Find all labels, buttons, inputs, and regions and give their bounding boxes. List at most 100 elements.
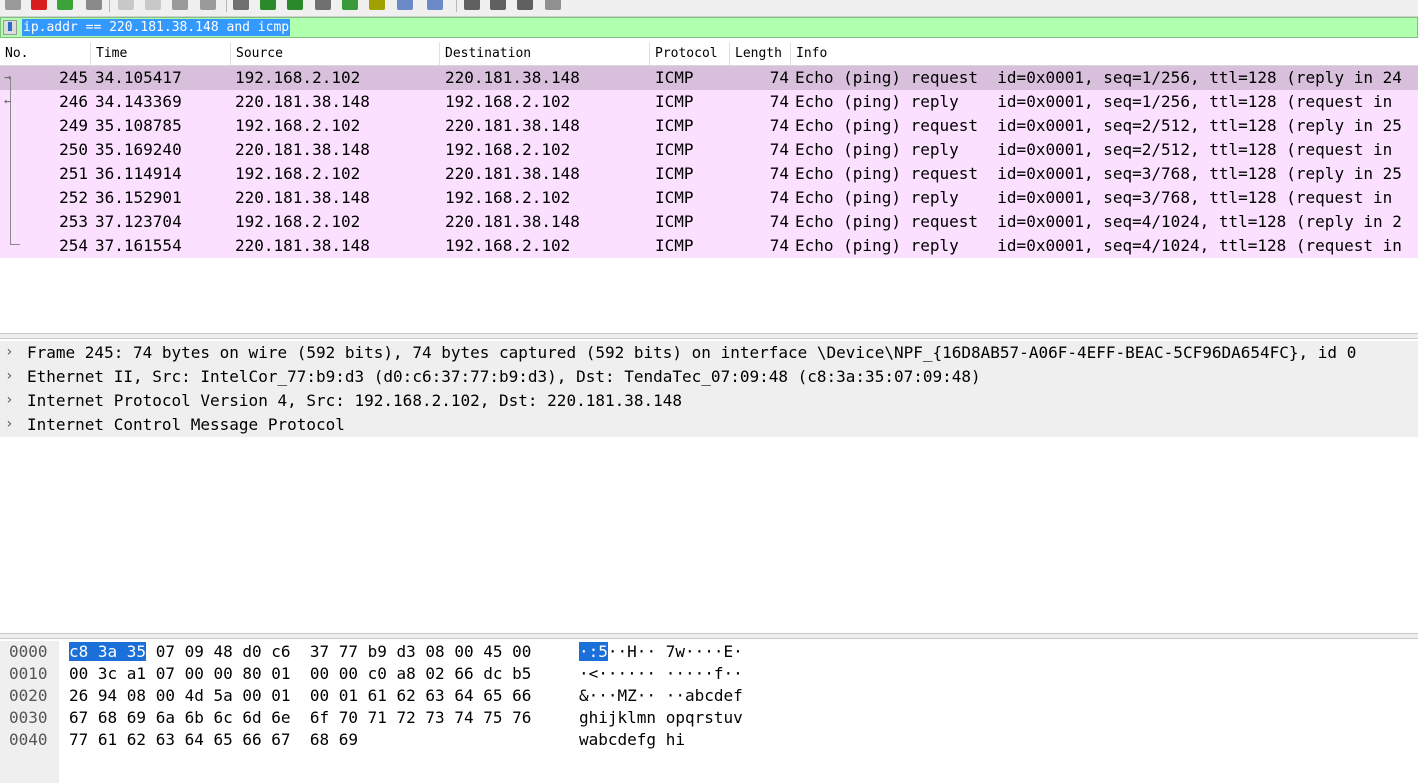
bytes-offset: 0040 — [9, 730, 48, 749]
toolbar-icon-16[interactable] — [427, 0, 443, 10]
detail-tree-item[interactable]: › Internet Control Message Protocol — [0, 413, 1418, 437]
toolbar-icon-20[interactable] — [545, 0, 561, 10]
bytes-ascii[interactable]: ghijklmn opqrstuv — [579, 707, 743, 729]
toolbar-icon-6[interactable] — [145, 0, 161, 10]
toolbar-icon-13[interactable] — [342, 0, 358, 10]
cell-no: 254 — [59, 236, 88, 255]
detail-tree-item[interactable]: › Ethernet II, Src: IntelCor_77:b9:d3 (d0… — [0, 365, 1418, 389]
detail-tree-item[interactable]: › Internet Protocol Version 4, Src: 192.1… — [0, 389, 1418, 413]
packet-row[interactable]: 249 35.108785 192.168.2.102 220.181.38.148 I… — [0, 114, 1418, 138]
bytes-hex[interactable]: 67 68 69 6a 6b 6c 6d 6e 6f 70 71 72 73 7… — [69, 707, 531, 729]
column-header-info[interactable]: Info — [791, 42, 1418, 65]
chevron-right-icon[interactable]: › — [5, 365, 13, 389]
detail-tree-label: Frame 245: 74 bytes on wire (592 bits), … — [27, 343, 1357, 362]
toolbar-icon-5[interactable] — [118, 0, 134, 10]
cell-source: 220.181.38.148 — [235, 140, 370, 159]
cell-destination: 192.168.2.102 — [445, 92, 571, 111]
toolbar-icon-14[interactable] — [369, 0, 385, 10]
toolbar-icon-2[interactable] — [31, 0, 47, 10]
ascii-bytes: ··H·· 7w····E· — [607, 642, 743, 661]
column-header-protocol[interactable]: Protocol — [650, 42, 730, 65]
toolbar-icon-9[interactable] — [233, 0, 249, 10]
column-header-no[interactable]: No. — [0, 42, 91, 65]
toolbar-icon-12[interactable] — [315, 0, 331, 10]
display-filter-input[interactable]: ip.addr == 220.181.38.148 and icmp — [22, 19, 291, 36]
column-header-time[interactable]: Time — [91, 42, 231, 65]
chevron-right-icon[interactable]: › — [5, 389, 13, 413]
pane-splitter-top[interactable] — [0, 333, 1418, 339]
packet-row[interactable]: 246 34.143369 220.181.38.148 192.168.2.102 I… — [0, 90, 1418, 114]
cell-protocol: ICMP — [655, 212, 694, 231]
hex-bytes: 77 61 62 63 64 65 66 67 68 69 — [69, 730, 358, 749]
cell-destination: 220.181.38.148 — [445, 164, 580, 183]
cell-source: 192.168.2.102 — [235, 68, 361, 87]
cell-no: 253 — [59, 212, 88, 231]
packet-row[interactable]: 250 35.169240 220.181.38.148 192.168.2.102 I… — [0, 138, 1418, 162]
toolbar-icon-3[interactable] — [57, 0, 73, 10]
display-filter-bar: ip.addr == 220.181.38.148 and icmp — [0, 17, 1418, 38]
cell-destination: 192.168.2.102 — [445, 188, 571, 207]
ascii-bytes: ghijklmn opqrstuv — [579, 708, 743, 727]
toolbar-separator — [109, 0, 110, 12]
bytes-ascii[interactable]: wabcdefg hi — [579, 729, 685, 751]
chevron-right-icon[interactable]: › — [5, 341, 13, 365]
bytes-ascii[interactable]: ·<······ ·····f·· — [579, 663, 743, 685]
cell-time: 34.105417 — [95, 68, 182, 87]
detail-tree-item[interactable]: › Frame 245: 74 bytes on wire (592 bits),… — [0, 341, 1418, 365]
column-header-length[interactable]: Length — [730, 42, 791, 65]
cell-source: 192.168.2.102 — [235, 116, 361, 135]
packet-row[interactable]: 252 36.152901 220.181.38.148 192.168.2.102 I… — [0, 186, 1418, 210]
cell-protocol: ICMP — [655, 140, 694, 159]
ascii-bytes: &···MZ·· ··abcdef — [579, 686, 743, 705]
toolbar-icon-11[interactable] — [287, 0, 303, 10]
bookmark-icon[interactable] — [3, 20, 17, 35]
toolbar-icon-7[interactable] — [172, 0, 188, 10]
hex-bytes: 00 3c a1 07 00 00 80 01 00 00 c0 a8 02 6… — [69, 664, 532, 683]
cell-length: 74 — [769, 236, 789, 255]
toolbar-icon-10[interactable] — [260, 0, 276, 10]
cell-time: 35.169240 — [95, 140, 182, 159]
selected-ascii-bytes[interactable]: ·:5 — [579, 642, 608, 661]
packet-row[interactable]: 251 36.114914 192.168.2.102 220.181.38.148 I… — [0, 162, 1418, 186]
cell-time: 35.108785 — [95, 116, 182, 135]
bytes-row: 0020 26 94 08 00 4d 5a 00 01 00 01 61 62 … — [0, 685, 1418, 707]
toolbar-icon-17[interactable] — [464, 0, 480, 10]
chevron-right-icon[interactable]: › — [5, 413, 13, 437]
detail-tree-label: Internet Control Message Protocol — [27, 415, 345, 434]
cell-no: 251 — [59, 164, 88, 183]
cell-length: 74 — [769, 212, 789, 231]
selected-hex-bytes[interactable]: c8 3a 35 — [69, 642, 147, 661]
reply-arrow-icon: ← — [4, 94, 12, 108]
toolbar-icon-8[interactable] — [200, 0, 216, 10]
bytes-hex[interactable]: 77 61 62 63 64 65 66 67 68 69 — [69, 729, 358, 751]
toolbar-icon-1[interactable] — [5, 0, 21, 10]
detail-tree-label: Ethernet II, Src: IntelCor_77:b9:d3 (d0:… — [27, 367, 981, 386]
cell-length: 74 — [769, 164, 789, 183]
column-header-destination[interactable]: Destination — [440, 42, 650, 65]
pane-splitter-bottom[interactable] — [0, 633, 1418, 639]
bytes-ascii[interactable]: ·:5··H·· 7w····E· — [579, 641, 743, 663]
cell-protocol: ICMP — [655, 92, 694, 111]
bytes-ascii[interactable]: &···MZ·· ··abcdef — [579, 685, 743, 707]
bytes-hex[interactable]: 00 3c a1 07 00 00 80 01 00 00 c0 a8 02 6… — [69, 663, 531, 685]
cell-length: 74 — [769, 140, 789, 159]
bytes-row: 0000 c8 3a 35 07 09 48 d0 c6 37 77 b9 d3 … — [0, 641, 1418, 663]
cell-length: 74 — [769, 92, 789, 111]
hex-bytes: 26 94 08 00 4d 5a 00 01 00 01 61 62 63 6… — [69, 686, 532, 705]
cell-info: Echo (ping) reply id=0x0001, seq=4/1024,… — [795, 236, 1402, 255]
column-header-source[interactable]: Source — [231, 42, 440, 65]
hex-bytes: 07 09 48 d0 c6 37 77 b9 d3 08 00 45 00 — [146, 642, 532, 661]
packet-row[interactable]: 254 37.161554 220.181.38.148 192.168.2.102 I… — [0, 234, 1418, 258]
toolbar-icon-19[interactable] — [517, 0, 533, 10]
packet-row[interactable]: 253 37.123704 192.168.2.102 220.181.38.148 I… — [0, 210, 1418, 234]
packet-row[interactable]: 245 34.105417 192.168.2.102 220.181.38.148 I… — [0, 66, 1418, 90]
bytes-hex[interactable]: c8 3a 35 07 09 48 d0 c6 37 77 b9 d3 08 0… — [69, 641, 531, 663]
cell-protocol: ICMP — [655, 236, 694, 255]
toolbar-icon-4[interactable] — [86, 0, 102, 10]
toolbar-icon-18[interactable] — [490, 0, 506, 10]
ascii-bytes: ·<······ ·····f·· — [579, 664, 743, 683]
toolbar-icon-15[interactable] — [397, 0, 413, 10]
bytes-offset: 0020 — [9, 686, 48, 705]
bytes-hex[interactable]: 26 94 08 00 4d 5a 00 01 00 01 61 62 63 6… — [69, 685, 531, 707]
bytes-row: 0030 67 68 69 6a 6b 6c 6d 6e 6f 70 71 72 … — [0, 707, 1418, 729]
